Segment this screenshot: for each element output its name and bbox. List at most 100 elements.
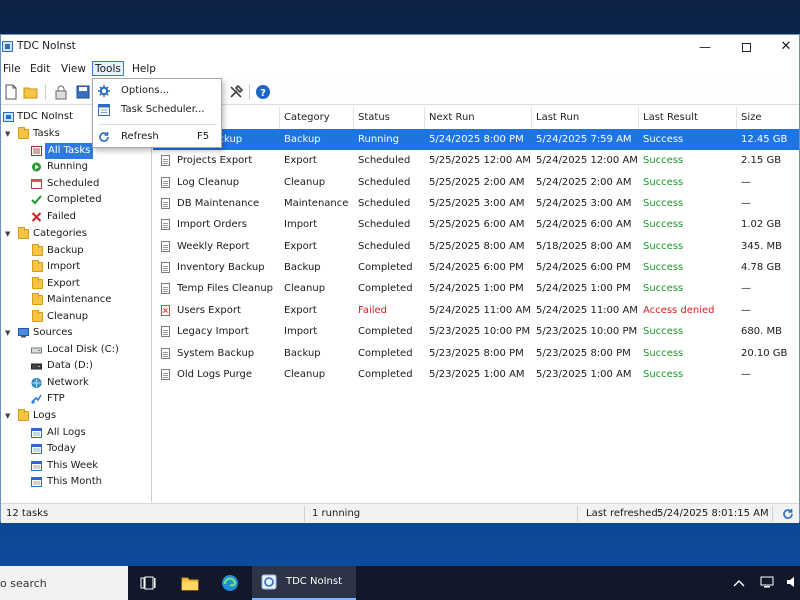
task-category: Cleanup [284,368,326,380]
save-icon[interactable] [75,84,91,100]
task-row[interactable]: System Backup Backup Completed 5/23/2025 8:… [153,343,799,364]
tree-category-cleanup[interactable]: Cleanup [31,309,141,325]
task-row[interactable]: Import Orders Import Scheduled 5/25/2025 6:… [153,214,799,235]
file-explorer-icon[interactable] [181,575,199,591]
task-row[interactable]: Legacy Import Import Completed 5/23/2025 10… [153,321,799,342]
task-last-result: Success [643,134,684,145]
task-next-run: 5/25/2025 8:00 AM [429,240,525,252]
network-icon [31,378,42,388]
tree-source-ftp[interactable]: FTP [31,391,141,407]
tree-label: Data (D:) [47,360,93,371]
tree-scheduled[interactable]: Scheduled [31,176,141,192]
menu-item-options[interactable]: Options... [93,81,221,101]
column-header-size[interactable]: Size [737,107,799,129]
minimize-button[interactable]: — [685,35,725,59]
task-category: Import [284,326,318,338]
maximize-button[interactable] [726,35,766,59]
tree-logs-this-month[interactable]: This Month [31,474,141,490]
menu-view[interactable]: View [59,62,88,77]
navigation-tree: TDC NoInst ▼ Tasks All Tasks Running Sch… [1,107,152,502]
task-last-result: Success [643,198,684,210]
tree-label: Import [47,261,81,272]
collapse-icon[interactable]: ▼ [5,126,13,142]
status-divider [577,506,578,522]
help-icon[interactable]: ? [255,84,271,100]
task-status: Completed [358,347,413,359]
task-row[interactable]: × Users Export Export Failed 5/24/2025 11:00… [153,300,799,321]
task-last-run: 5/23/2025 1:00 AM [536,368,632,380]
tree-source-network[interactable]: Network [31,375,141,391]
tree-logs-today[interactable]: Today [31,441,141,457]
taskbar: o search TDC NoInst [0,566,800,600]
task-last-run: 5/23/2025 10:00 PM [536,326,638,338]
edge-browser-icon[interactable] [221,574,239,592]
tree-categories[interactable]: ▼ Categories [1,226,151,242]
open-folder-icon[interactable] [23,84,39,100]
task-category: Import [284,219,318,231]
task-size: 4.78 GB [741,262,782,274]
task-row[interactable]: Old Logs Purge Cleanup Completed 5/23/2025 … [153,364,799,385]
task-row[interactable]: Daily BackupBackupRunning5/24/2025 8:00 … [153,129,799,150]
task-next-run: 5/23/2025 10:00 PM [429,326,531,338]
tree-category-export[interactable]: Export [31,276,141,292]
menu-item-task-scheduler[interactable]: Task Scheduler... [93,100,221,120]
toolbar-separator [249,84,250,100]
tree-category-maintenance[interactable]: Maintenance [31,292,141,308]
column-header-last-run[interactable]: Last Run [532,107,639,129]
menu-bar: File Edit View Tools Help [1,59,799,79]
collapse-icon[interactable]: ▼ [5,408,13,424]
task-row[interactable]: Inventory Backup Backup Completed 5/24/2025… [153,257,799,278]
chevron-up-icon[interactable] [733,578,745,588]
network-status-icon[interactable] [760,576,774,588]
menu-tools[interactable]: Tools [92,61,124,76]
task-name: Legacy Import [177,326,249,338]
tree-category-backup[interactable]: Backup [31,243,141,259]
collapse-icon[interactable]: ▼ [5,325,13,341]
column-header-last-result[interactable]: Last Result [639,107,737,129]
column-header-next-run[interactable]: Next Run [425,107,532,129]
task-row[interactable]: Weekly Report Export Scheduled 5/25/2025 8:… [153,236,799,257]
tree-all-tasks[interactable]: All Tasks [31,143,94,159]
task-last-run: 5/24/2025 6:00 PM [536,262,631,274]
tree-logs[interactable]: ▼ Logs [1,408,151,424]
refresh-icon[interactable] [782,508,794,520]
tree-completed[interactable]: Completed [31,192,141,208]
menu-item-refresh[interactable]: Refresh F5 [93,127,221,147]
task-view-icon[interactable] [140,576,156,590]
close-button[interactable]: ✕ [766,35,800,59]
speaker-icon[interactable] [786,576,800,588]
taskbar-search[interactable]: o search [0,566,128,600]
app-icon [2,41,13,52]
column-header-category[interactable]: Category [280,107,354,129]
lock-icon[interactable] [53,84,69,100]
task-category: Backup [284,262,321,274]
task-row[interactable]: DB Maintenance Maintenance Scheduled 5/25/2… [153,193,799,214]
tree-running[interactable]: Running [31,159,141,175]
task-name: System Backup [177,347,255,359]
task-last-result: Success [643,240,684,252]
menu-help[interactable]: Help [130,62,158,77]
tree-source-data[interactable]: Data (D:) [31,358,141,374]
tree-category-import[interactable]: Import [31,259,141,275]
new-file-icon[interactable] [3,84,19,100]
task-row[interactable]: Projects Export Export Scheduled 5/25/2025 … [153,150,799,171]
tree-logs-this-week[interactable]: This Week [31,458,141,474]
tools-icon[interactable] [228,84,244,100]
collapse-icon[interactable]: ▼ [5,226,13,242]
task-last-run: 5/24/2025 7:59 AM [536,134,632,145]
tree-sources[interactable]: ▼ Sources [1,325,151,341]
task-file-icon [161,155,170,167]
menu-file[interactable]: File [1,62,23,77]
menu-edit[interactable]: Edit [28,62,52,77]
task-row[interactable]: Temp Files Cleanup Cleanup Completed 5/24/2… [153,278,799,299]
tree-logs-all[interactable]: All Logs [31,425,141,441]
column-header-status[interactable]: Status [354,107,425,129]
tree-source-local-disk[interactable]: Local Disk (C:) [31,342,146,358]
task-name: DB Maintenance [177,198,260,210]
taskbar-app-tdc[interactable]: TDC NoInst [252,566,356,600]
task-last-run: 5/24/2025 12:00 AM [536,155,638,167]
task-row[interactable]: Log Cleanup Cleanup Scheduled 5/25/2025 2:0… [153,172,799,193]
tree-failed[interactable]: Failed [31,209,141,225]
task-last-result: Success [643,326,684,338]
calendar-icon [31,461,42,471]
